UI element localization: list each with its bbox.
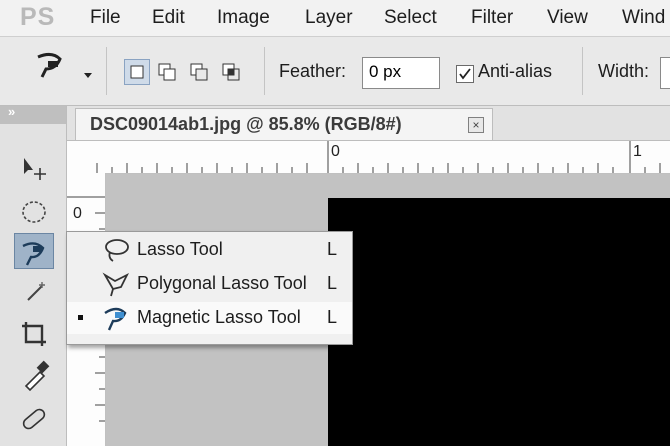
feather-label: Feather: — [279, 61, 347, 81]
flyout-item-magnetic-lasso[interactable]: Magnetic Lasso Tool L — [67, 302, 352, 334]
document-title: DSC09014ab1.jpg @ 85.8% (RGB/8#) — [90, 114, 402, 134]
horizontal-ruler: 0 1 — [67, 141, 670, 174]
anti-alias-label: Anti-alias — [478, 61, 553, 81]
flyout-label: Magnetic Lasso Tool — [137, 307, 301, 327]
ruler-label-0: 0 — [331, 143, 340, 160]
divider — [106, 47, 107, 95]
eyedropper-tool[interactable] — [14, 356, 54, 392]
subtract-from-selection-button[interactable] — [186, 59, 212, 85]
chevron-down-icon — [84, 73, 92, 78]
crop-icon — [22, 322, 46, 346]
elliptical-marquee-icon — [22, 201, 46, 223]
flyout-label: Lasso Tool — [137, 239, 223, 259]
add-to-selection-button[interactable] — [154, 59, 180, 85]
menu-select[interactable]: Select — [384, 7, 437, 29]
move-tool[interactable] — [14, 150, 54, 186]
document-tab-bar: DSC09014ab1.jpg @ 85.8% (RGB/8#) × — [67, 106, 670, 141]
move-icon — [24, 158, 46, 180]
tools-panel: » — [0, 104, 67, 446]
menu-edit[interactable]: Edit — [152, 7, 185, 29]
lasso-icon — [105, 239, 129, 262]
lasso-tool-flyout: Lasso Tool L Polygonal Lasso Tool L Magn… — [66, 231, 353, 345]
magic-wand-icon — [27, 282, 45, 301]
menu-filter[interactable]: Filter — [471, 7, 513, 29]
anti-alias-checkbox[interactable] — [456, 65, 474, 83]
menu-layer[interactable]: Layer — [305, 7, 353, 29]
feather-input[interactable]: 0 px — [362, 57, 440, 89]
new-selection-button[interactable] — [124, 59, 150, 85]
document-image[interactable] — [328, 198, 670, 446]
polygonal-lasso-icon — [102, 272, 130, 297]
crop-tool[interactable] — [14, 316, 54, 352]
healing-tool[interactable] — [14, 401, 54, 437]
lasso-tool[interactable] — [14, 233, 54, 269]
menu-file[interactable]: File — [90, 7, 121, 29]
close-icon[interactable]: × — [468, 117, 484, 133]
flyout-shortcut: L — [327, 239, 338, 259]
menu-view[interactable]: View — [547, 7, 588, 29]
checkmark-icon — [459, 68, 471, 80]
app-logo: PS — [20, 3, 56, 31]
flyout-item-polygonal-lasso[interactable]: Polygonal Lasso Tool L — [67, 268, 352, 300]
eyedropper-icon — [24, 360, 50, 392]
divider — [264, 47, 265, 95]
magnetic-lasso-icon — [104, 307, 127, 331]
intersect-selection-button[interactable] — [218, 59, 244, 85]
marquee-tool[interactable] — [14, 194, 54, 230]
width-input[interactable] — [660, 57, 670, 89]
ruler-label-v0: 0 — [73, 205, 82, 222]
menu-image[interactable]: Image — [217, 7, 270, 29]
selected-bullet-icon — [78, 315, 83, 320]
flyout-shortcut: L — [327, 307, 338, 327]
menu-window[interactable]: Wind — [622, 7, 665, 29]
tool-preset-picker[interactable] — [8, 43, 102, 99]
ruler-label-1: 1 — [633, 143, 642, 160]
width-label: Width: — [598, 61, 650, 81]
ruler-ticks — [96, 141, 661, 173]
collapse-icon: » — [8, 104, 16, 119]
document-tab[interactable]: DSC09014ab1.jpg @ 85.8% (RGB/8#) × — [75, 108, 493, 140]
flyout-label: Polygonal Lasso Tool — [137, 273, 307, 293]
flyout-shortcut: L — [327, 273, 338, 293]
panel-collapse-bar[interactable]: » — [0, 104, 66, 124]
menu-bar: PS File Edit Image Layer Select Filter V… — [0, 0, 670, 37]
magnetic-lasso-icon — [37, 52, 62, 78]
flyout-item-lasso[interactable]: Lasso Tool L — [67, 234, 352, 266]
options-bar: Feather: 0 px Anti-alias Width: — [0, 37, 670, 106]
magic-wand-tool[interactable] — [14, 276, 54, 312]
magnetic-lasso-icon — [22, 242, 45, 266]
spot-healing-icon — [22, 408, 46, 430]
divider — [582, 47, 583, 95]
